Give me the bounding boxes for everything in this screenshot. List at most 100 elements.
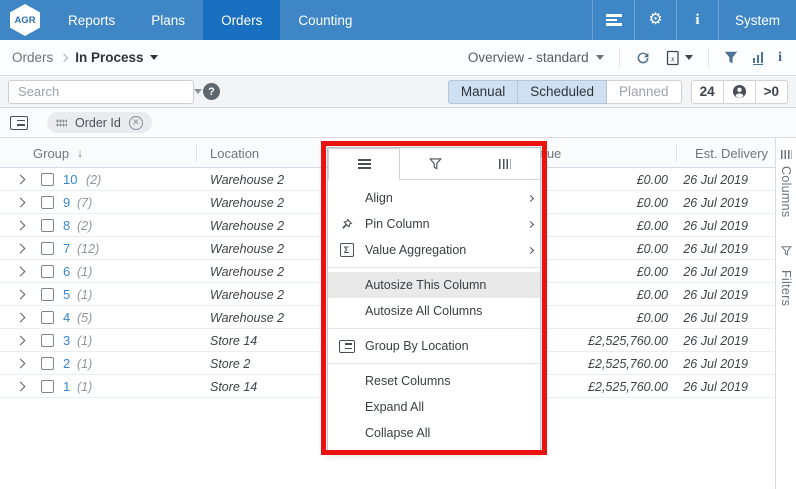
excel-export-button[interactable]: x xyxy=(666,50,693,66)
menu-item-label: Align xyxy=(365,191,393,205)
location-cell: Warehouse 2 xyxy=(210,310,285,325)
menu-item-collapse-all[interactable]: Collapse All xyxy=(328,420,540,446)
expand-chevron-icon[interactable] xyxy=(15,197,26,208)
menu-item-autosize-all-columns[interactable]: Autosize All Columns xyxy=(328,298,540,324)
context-tab-menu[interactable] xyxy=(328,148,400,180)
order-id-link[interactable]: 8 xyxy=(63,214,70,237)
system-menu[interactable]: System xyxy=(718,0,796,40)
nav-tab-counting[interactable]: Counting xyxy=(280,0,370,40)
side-tab-filters[interactable]: Filters xyxy=(779,243,793,307)
toggle-scheduled[interactable]: Scheduled xyxy=(517,79,608,104)
toggle-manual[interactable]: Manual xyxy=(447,79,519,104)
expand-chevron-icon[interactable] xyxy=(15,358,26,369)
expand-chevron-icon[interactable] xyxy=(15,381,26,392)
side-tab-label: Columns xyxy=(779,166,793,218)
context-tab-columns[interactable] xyxy=(470,148,540,180)
nav-tab-plans[interactable]: Plans xyxy=(133,0,203,40)
search-dropdown-button[interactable] xyxy=(194,89,202,94)
order-id-link[interactable]: 6 xyxy=(63,260,70,283)
row-checkbox[interactable] xyxy=(41,288,54,301)
side-tab-label: Filters xyxy=(779,270,793,307)
counter-button-group: 24 >0 xyxy=(690,79,788,104)
nav-tab-orders[interactable]: Orders xyxy=(203,0,281,40)
order-id-link[interactable]: 1 xyxy=(63,375,70,398)
help-button[interactable]: ? xyxy=(203,83,220,100)
agr-logo[interactable]: AGR xyxy=(0,0,50,40)
refresh-button[interactable] xyxy=(635,50,651,66)
location-cell: Warehouse 2 xyxy=(210,241,285,256)
row-checkbox[interactable] xyxy=(41,357,54,370)
menu-item-reset-columns[interactable]: Reset Columns xyxy=(328,368,540,394)
value-cell: £2,525,760.00 xyxy=(588,379,668,394)
breadcrumb-current[interactable]: In Process xyxy=(75,50,143,65)
expand-chevron-icon[interactable] xyxy=(15,289,26,300)
breadcrumb-parent[interactable]: Orders xyxy=(12,50,53,65)
submenu-arrow-icon xyxy=(520,246,540,254)
est-delivery-cell: 26 Jul 2019 xyxy=(683,379,748,394)
row-checkbox[interactable] xyxy=(41,242,54,255)
toolbar-divider xyxy=(707,47,709,68)
toggle-planned[interactable]: Planned xyxy=(606,79,682,104)
main-nav-tabs: Reports Plans Orders Counting xyxy=(50,0,370,40)
menu-item-group-by-location[interactable]: Group By Location xyxy=(328,333,540,359)
expand-chevron-icon[interactable] xyxy=(15,243,26,254)
row-checkbox[interactable] xyxy=(41,311,54,324)
order-id-link[interactable]: 3 xyxy=(63,329,70,352)
menu-item-pin-column[interactable]: Pin Column xyxy=(328,211,540,237)
user-filter-button[interactable] xyxy=(722,79,756,104)
row-checkbox[interactable] xyxy=(41,196,54,209)
greater-than-zero-button[interactable]: >0 xyxy=(754,79,788,104)
sort-desc-icon: ↓ xyxy=(77,146,84,160)
order-id-link[interactable]: 4 xyxy=(63,306,70,329)
nav-tab-reports[interactable]: Reports xyxy=(50,0,133,40)
expand-chevron-icon[interactable] xyxy=(15,174,26,185)
order-id-link[interactable]: 7 xyxy=(63,237,70,260)
filter-button[interactable] xyxy=(724,51,738,64)
location-cell: Store 14 xyxy=(210,333,258,348)
group-chip-order-id[interactable]: Order Id ✕ xyxy=(47,112,152,133)
menu-item-align[interactable]: Align xyxy=(328,185,540,211)
column-header-group[interactable]: Group ↓ xyxy=(0,138,197,168)
location-cell: Warehouse 2 xyxy=(210,287,285,302)
menu-item-autosize-this-column[interactable]: Autosize This Column xyxy=(328,272,540,298)
view-selector-label: Overview - standard xyxy=(467,50,589,65)
expand-chevron-icon[interactable] xyxy=(15,335,26,346)
est-delivery-cell: 26 Jul 2019 xyxy=(683,172,748,187)
count-button[interactable]: 24 xyxy=(690,79,724,104)
search-input[interactable] xyxy=(9,84,194,99)
menu-item-expand-all[interactable]: Expand All xyxy=(328,394,540,420)
pin-icon xyxy=(328,218,365,231)
about-button[interactable]: i xyxy=(676,0,718,40)
row-checkbox[interactable] xyxy=(41,380,54,393)
info-icon: i xyxy=(695,11,700,28)
context-tab-filter[interactable] xyxy=(400,148,470,180)
order-id-link[interactable]: 9 xyxy=(63,191,70,214)
remove-chip-icon[interactable]: ✕ xyxy=(128,115,143,130)
drag-grip-icon[interactable] xyxy=(56,118,67,127)
location-cell: Store 14 xyxy=(210,379,258,394)
settings-button[interactable]: ⚙ xyxy=(634,0,676,40)
row-checkbox[interactable] xyxy=(41,173,54,186)
column-header-est-delivery[interactable]: Est. Delivery xyxy=(677,138,775,168)
view-selector-dropdown[interactable]: Overview - standard xyxy=(468,50,604,65)
grid-info-button[interactable]: i xyxy=(778,50,782,66)
order-id-link[interactable]: 5 xyxy=(63,283,70,306)
order-count: (2) xyxy=(86,172,102,187)
value-cell: £0.00 xyxy=(636,264,668,279)
menu-item-label: Autosize This Column xyxy=(365,278,487,292)
side-tab-columns[interactable]: Columns xyxy=(779,150,793,217)
queue-button[interactable] xyxy=(592,0,634,40)
row-checkbox[interactable] xyxy=(41,219,54,232)
location-cell: Warehouse 2 xyxy=(210,195,285,210)
order-id-link[interactable]: 10 xyxy=(63,168,77,191)
order-id-link[interactable]: 2 xyxy=(63,352,70,375)
row-checkbox[interactable] xyxy=(41,334,54,347)
row-checkbox[interactable] xyxy=(41,265,54,278)
filter-icon xyxy=(724,51,737,64)
side-panel-strip: Columns Filters xyxy=(775,138,796,489)
menu-item-value-aggregation[interactable]: Σ Value Aggregation xyxy=(328,237,540,263)
expand-chevron-icon[interactable] xyxy=(15,220,26,231)
chart-button[interactable] xyxy=(752,51,764,65)
expand-chevron-icon[interactable] xyxy=(15,312,26,323)
expand-chevron-icon[interactable] xyxy=(15,266,26,277)
